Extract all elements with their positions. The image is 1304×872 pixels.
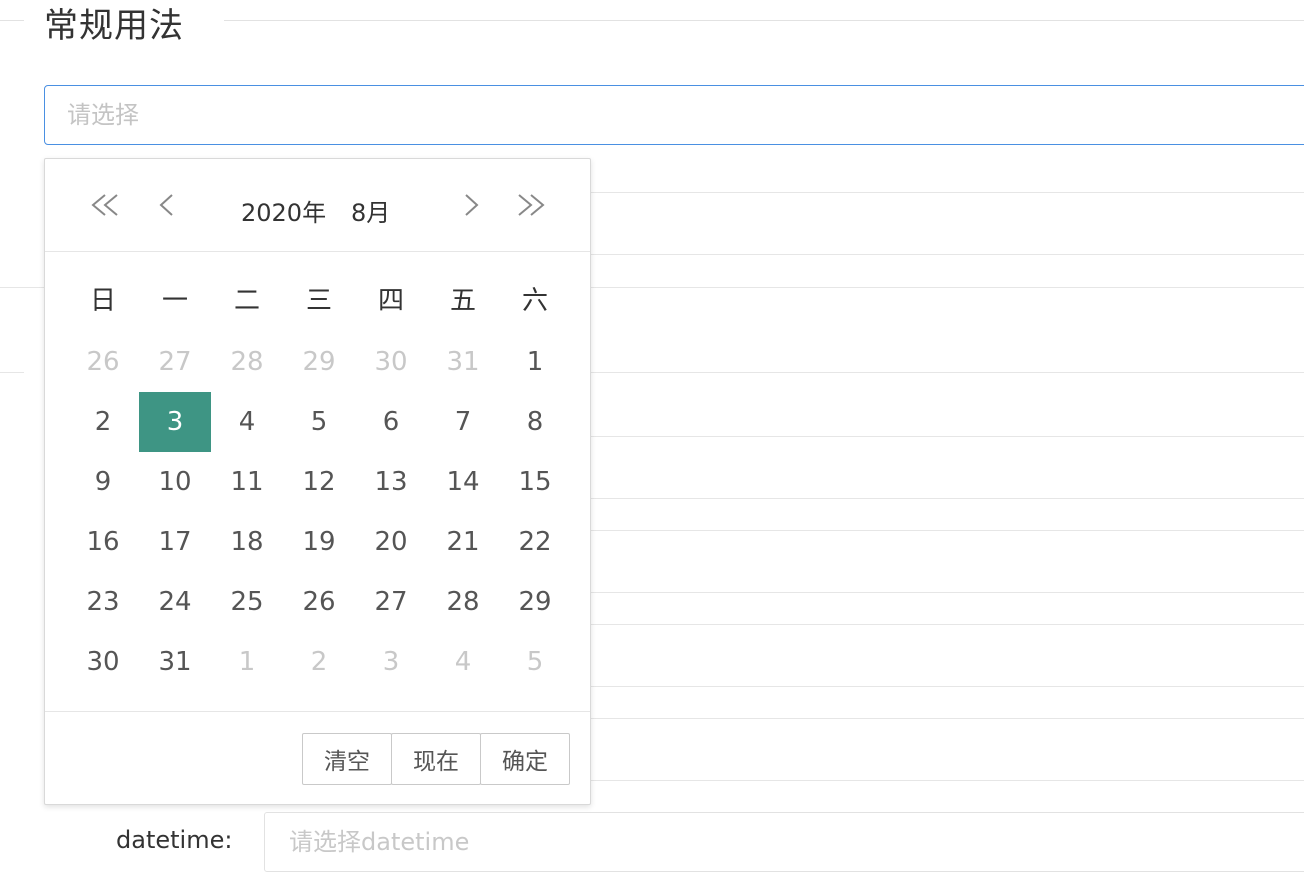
day-cell[interactable]: 11 [211,452,283,512]
next-month-button[interactable] [451,185,491,225]
weekday-label: 六 [521,286,548,316]
divider [591,254,1304,255]
day-cell[interactable]: 2 [283,632,355,692]
calendar-footer: 清空 现在 确定 [45,711,590,804]
weekday-label: 日 [89,286,116,316]
weekday-label: 二 [233,286,260,316]
day-cell[interactable]: 5 [283,392,355,452]
divider [0,372,24,373]
day-cell[interactable]: 22 [499,512,571,572]
day-grid: 26 27 28 29 30 31 1 2 3 4 5 6 7 8 9 10 11 12 13 14 15 16 17 18 1… [67,332,571,692]
divider [591,686,1304,687]
day-cell[interactable]: 6 [355,392,427,452]
day-cell[interactable]: 31 [427,332,499,392]
day-cell[interactable]: 26 [67,332,139,392]
day-cell[interactable]: 4 [211,392,283,452]
divider [591,436,1304,437]
weekday-label: 三 [305,286,332,316]
day-cell[interactable]: 8 [499,392,571,452]
day-cell[interactable]: 16 [67,512,139,572]
day-cell[interactable]: 3 [355,632,427,692]
divider [591,372,1304,373]
month-selector[interactable]: 8月 [351,193,390,228]
divider [591,530,1304,531]
datetime-label: datetime: [116,826,233,854]
day-cell[interactable]: 27 [355,572,427,632]
divider [0,20,24,21]
day-cell[interactable]: 4 [427,632,499,692]
weekday-header: 日一二三四五六 [67,281,571,321]
day-cell[interactable]: 24 [139,572,211,632]
day-cell[interactable]: 29 [499,572,571,632]
day-cell[interactable]: 20 [355,512,427,572]
day-cell[interactable]: 19 [283,512,355,572]
day-cell-selected[interactable]: 3 [139,392,211,452]
chevron-right-icon [465,194,479,216]
divider [591,287,1304,288]
day-cell[interactable]: 15 [499,452,571,512]
divider [591,592,1304,593]
prev-month-button[interactable] [147,185,187,225]
next-year-button[interactable] [511,185,551,225]
divider [591,498,1304,499]
day-cell[interactable]: 5 [499,632,571,692]
calendar-header: 2020年 8月 [45,159,590,252]
now-button[interactable]: 现在 [391,733,481,785]
day-cell[interactable]: 10 [139,452,211,512]
divider [224,20,1304,21]
year-selector[interactable]: 2020年 [241,193,326,228]
divider [591,780,1304,781]
date-input[interactable] [44,85,1304,145]
datetime-input[interactable] [264,812,1304,872]
day-cell[interactable]: 28 [211,332,283,392]
day-cell[interactable]: 26 [283,572,355,632]
section-title: 常规用法 [44,6,184,46]
weekday-label: 五 [449,286,476,316]
day-cell[interactable]: 2 [67,392,139,452]
day-cell[interactable]: 12 [283,452,355,512]
day-cell[interactable]: 30 [67,632,139,692]
double-chevron-left-icon [91,194,118,216]
weekday-label: 四 [377,286,404,316]
confirm-button[interactable]: 确定 [480,733,570,785]
divider [591,624,1304,625]
divider [591,192,1304,193]
prev-year-button[interactable] [85,185,125,225]
day-cell[interactable]: 21 [427,512,499,572]
day-cell[interactable]: 18 [211,512,283,572]
day-cell[interactable]: 27 [139,332,211,392]
divider [0,287,44,288]
double-chevron-right-icon [518,194,545,216]
day-cell[interactable]: 17 [139,512,211,572]
day-cell[interactable]: 1 [499,332,571,392]
day-cell[interactable]: 29 [283,332,355,392]
day-cell[interactable]: 28 [427,572,499,632]
divider [591,718,1304,719]
date-picker-popup: 2020年 8月 日一二三四五六 26 27 28 29 30 31 1 2 3 4 5 6 7 8 9 10… [44,158,591,805]
day-cell[interactable]: 1 [211,632,283,692]
section-header: 常规用法 [0,0,1304,46]
day-cell[interactable]: 31 [139,632,211,692]
day-cell[interactable]: 30 [355,332,427,392]
weekday-label: 一 [161,286,188,316]
day-cell[interactable]: 23 [67,572,139,632]
chevron-left-icon [159,194,173,216]
day-cell[interactable]: 14 [427,452,499,512]
day-cell[interactable]: 9 [67,452,139,512]
clear-button[interactable]: 清空 [302,733,392,785]
day-cell[interactable]: 13 [355,452,427,512]
day-cell[interactable]: 25 [211,572,283,632]
day-cell[interactable]: 7 [427,392,499,452]
